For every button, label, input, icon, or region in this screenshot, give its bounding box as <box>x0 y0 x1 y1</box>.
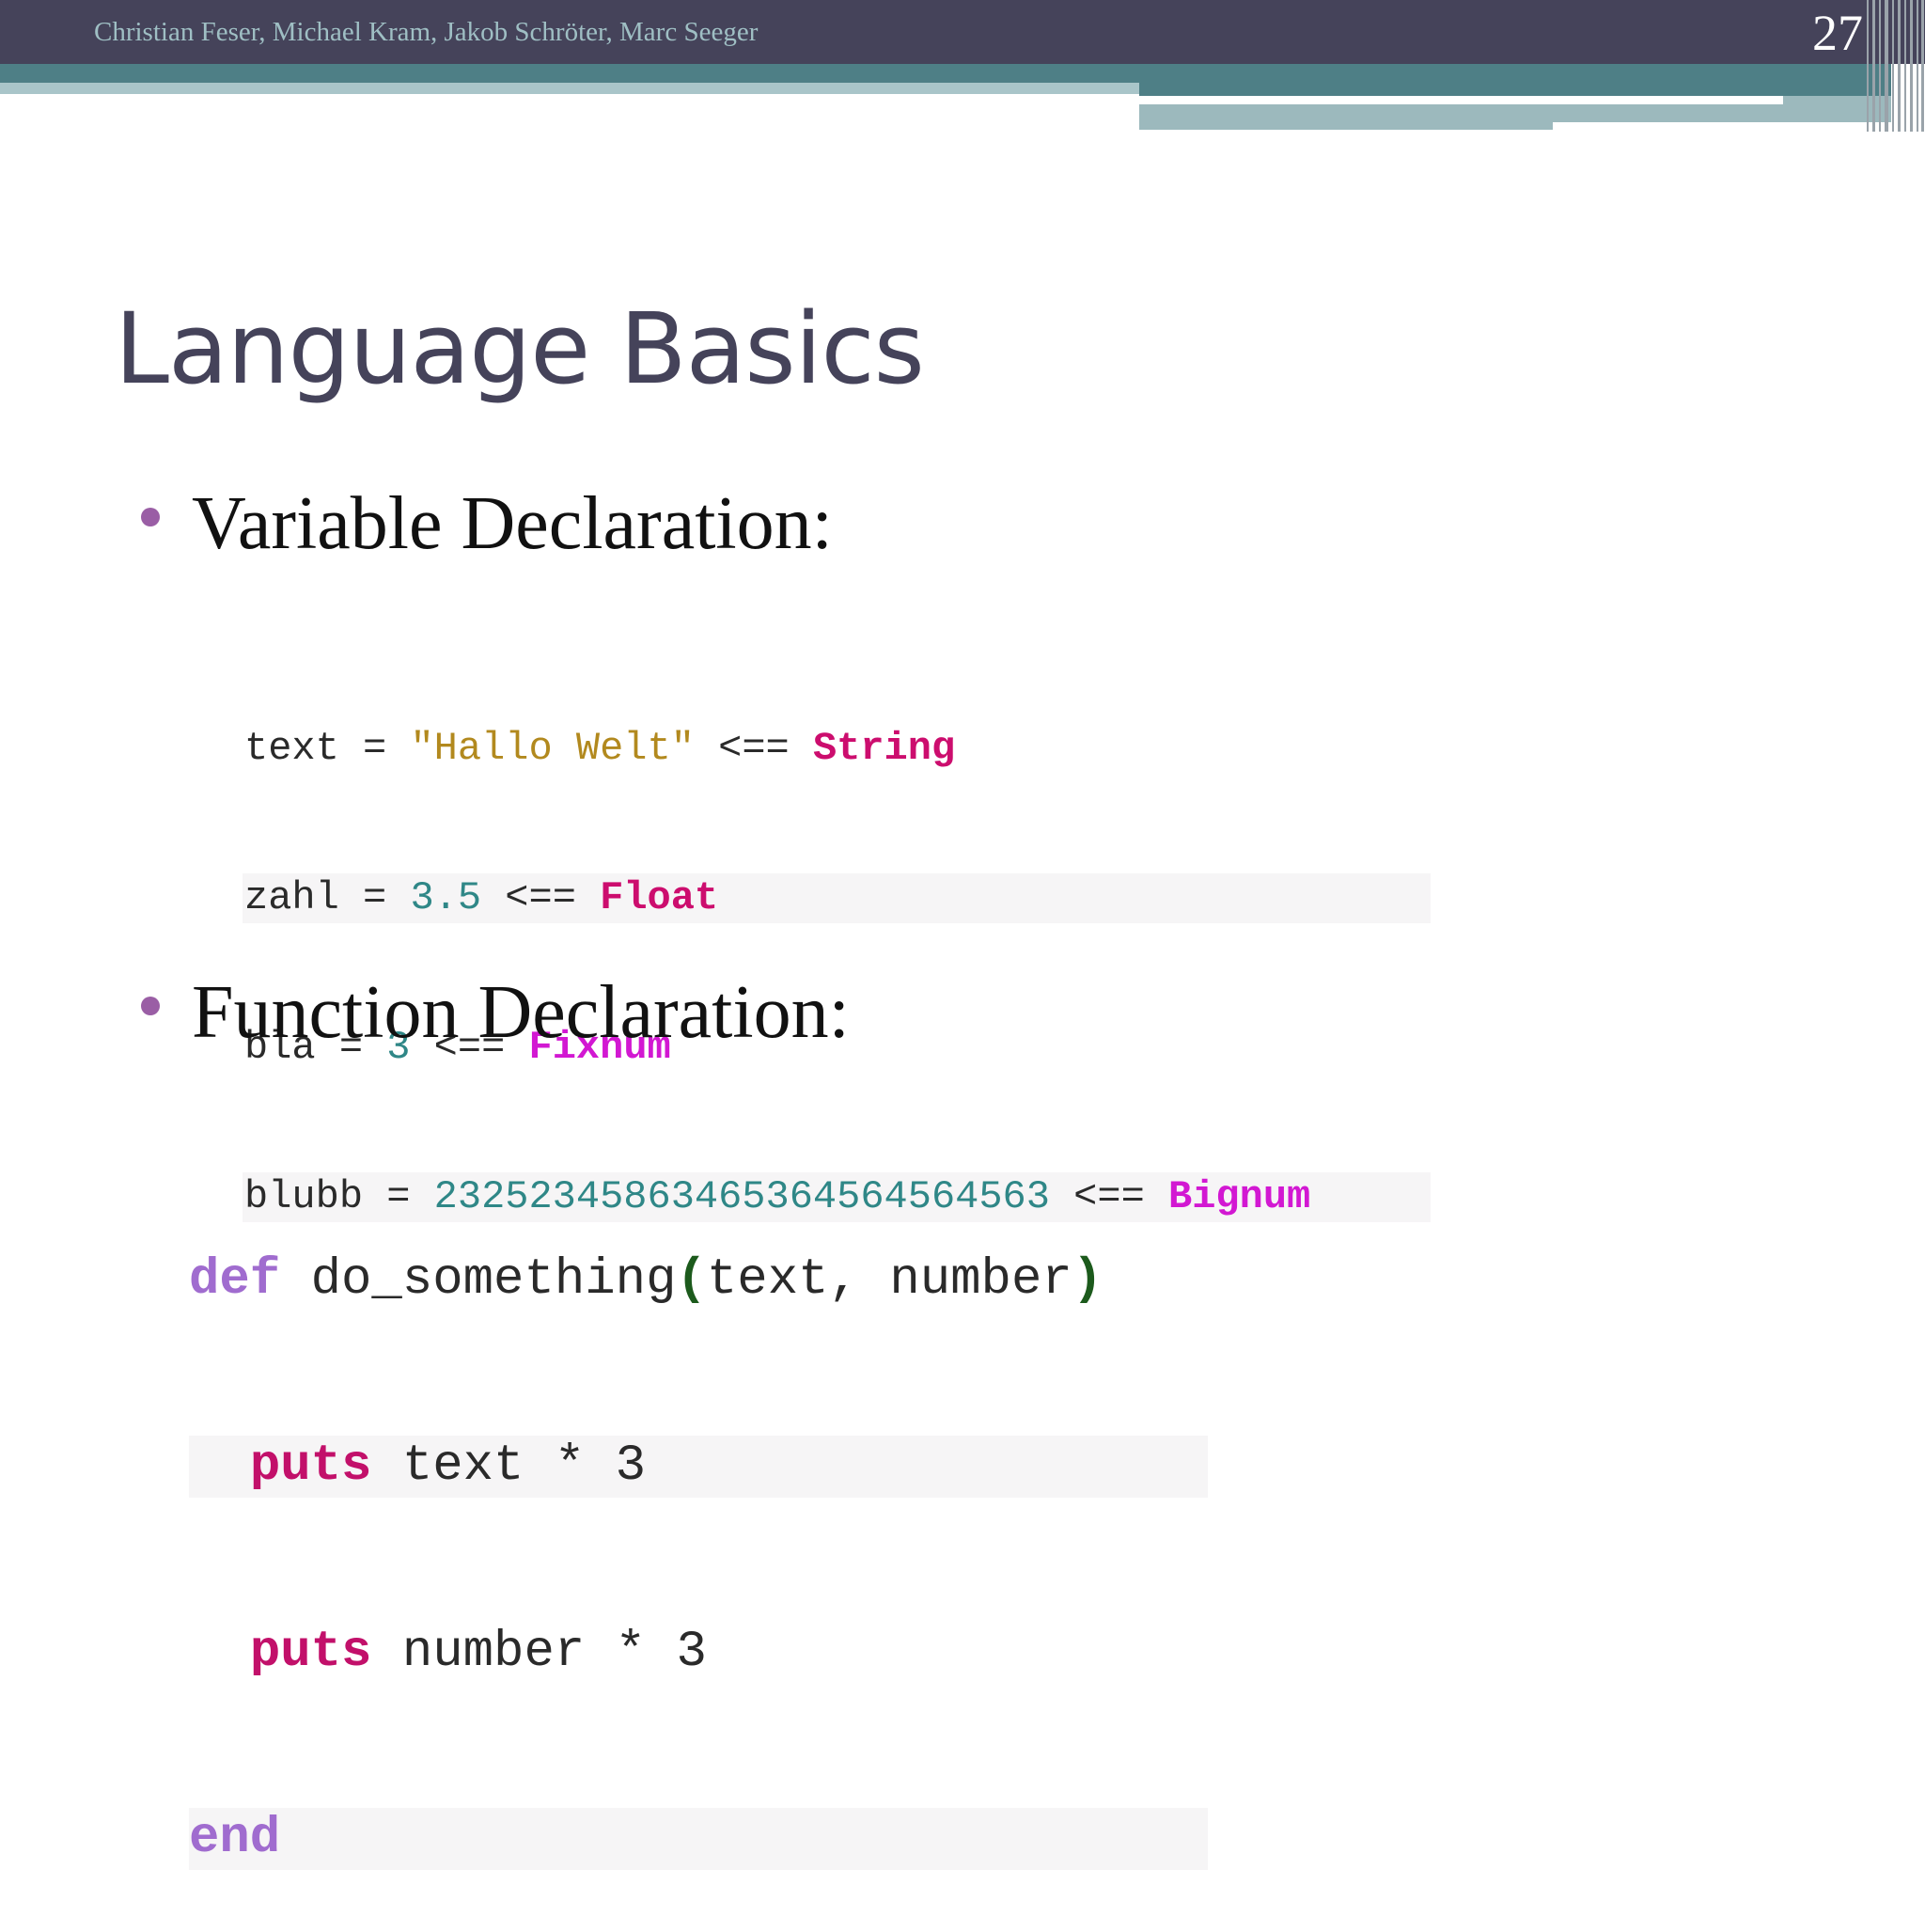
header-stripe <box>1139 96 1783 104</box>
header-authors: Christian Feser, Michael Kram, Jakob Sch… <box>94 17 759 47</box>
slide-header: Christian Feser, Michael Kram, Jakob Sch… <box>0 0 1925 64</box>
bullet-label: Variable Declaration: <box>192 482 833 565</box>
code-line: end <box>189 1808 1208 1870</box>
bullet-icon <box>141 507 160 526</box>
slide-title: Language Basics <box>115 291 925 406</box>
code-line: puts text * 3 <box>189 1436 1208 1498</box>
header-stripe <box>1139 64 1891 96</box>
header-stripe <box>0 83 1139 94</box>
bullet-variable-declaration: Variable Declaration: <box>141 481 833 567</box>
code-line: puts number * 3 <box>249 1624 707 1681</box>
bullet-function-declaration: Function Declaration: <box>141 970 850 1056</box>
function-code-block: def do_something(text, number) puts text… <box>189 1125 1208 1932</box>
header-stripe <box>0 64 1139 83</box>
code-line: def do_something(text, number) <box>189 1251 1103 1309</box>
code-line: text = "Hallo Welt" <== String <box>244 726 956 771</box>
header-stripe <box>1553 122 1891 130</box>
bullet-icon <box>141 996 160 1015</box>
bullet-label: Function Declaration: <box>192 971 850 1054</box>
code-line: zahl = 3.5 <== Float <box>243 873 1431 923</box>
decorative-vertical-lines <box>1867 0 1925 132</box>
page-number: 27 <box>1812 5 1863 61</box>
